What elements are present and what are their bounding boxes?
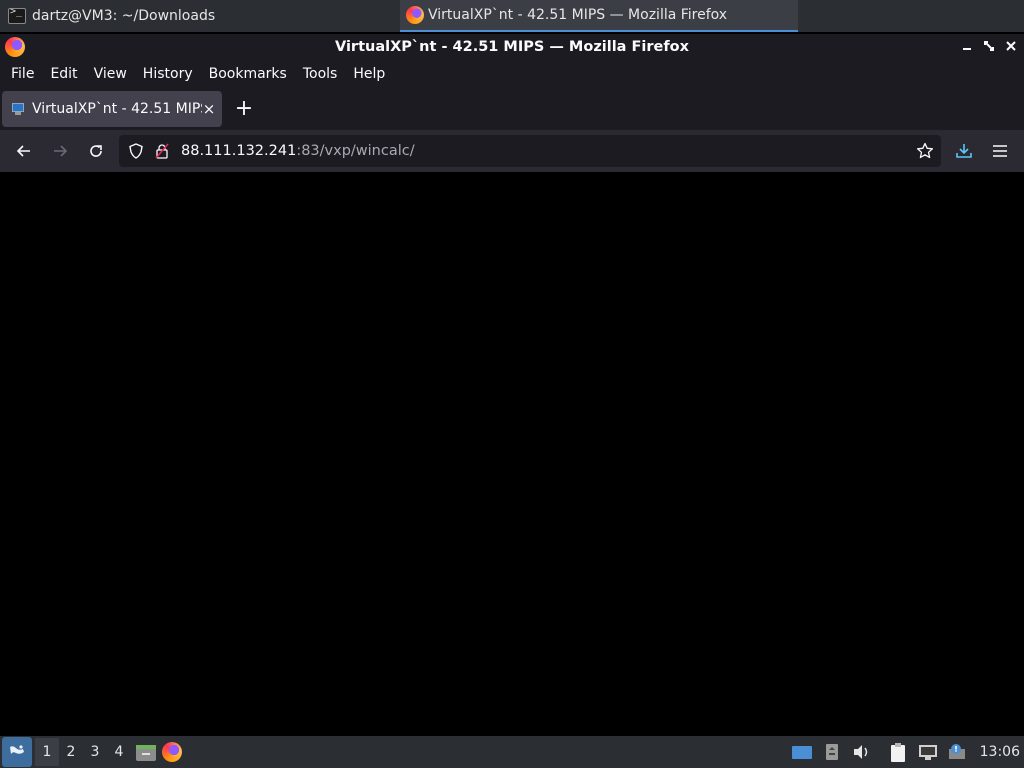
- tab-close-button[interactable]: ×: [202, 100, 216, 118]
- firefox-icon: [406, 6, 424, 24]
- top-taskbar: dartz@VM3: ~/Downloads VirtualXP`nt - 42…: [0, 0, 1024, 32]
- reload-button[interactable]: [78, 133, 114, 169]
- menu-help[interactable]: Help: [345, 66, 393, 82]
- menu-history[interactable]: History: [135, 66, 201, 82]
- tab-virtualxp[interactable]: VirtualXP`nt - 42.51 MIPS ×: [2, 91, 222, 127]
- system-tray: 13:06: [786, 736, 1024, 768]
- taskbar-task-firefox[interactable]: VirtualXP`nt - 42.51 MIPS — Mozilla Fire…: [400, 0, 798, 32]
- url-bar[interactable]: 88.111.132.241:83/vxp/wincalc/: [119, 135, 941, 167]
- taskbar-task-firefox-label: VirtualXP`nt - 42.51 MIPS — Mozilla Fire…: [428, 7, 728, 23]
- firefox-icon: [5, 37, 25, 57]
- tab-strip: VirtualXP`nt - 42.51 MIPS × +: [0, 88, 1024, 130]
- update-icon: [948, 744, 965, 759]
- menu-bookmarks[interactable]: Bookmarks: [201, 66, 295, 82]
- tab-title: VirtualXP`nt - 42.51 MIPS: [32, 101, 202, 117]
- menu-bar: File Edit View History Bookmarks Tools H…: [0, 60, 1024, 88]
- file-manager-launcher[interactable]: [133, 738, 159, 766]
- navigation-toolbar: 88.111.132.241:83/vxp/wincalc/: [0, 130, 1024, 172]
- taskbar-task-terminal-label: dartz@VM3: ~/Downloads: [32, 8, 216, 24]
- new-tab-button[interactable]: +: [234, 98, 254, 120]
- bookmark-star-button[interactable]: [915, 141, 935, 161]
- firefox-icon: [162, 742, 182, 762]
- display-tray-button[interactable]: [788, 738, 816, 766]
- drive-icon: [825, 744, 838, 760]
- downloads-button[interactable]: [946, 133, 982, 169]
- computer-favicon-icon: [10, 102, 26, 116]
- forward-icon: [54, 145, 68, 157]
- volume-tray-button[interactable]: [848, 738, 876, 766]
- star-icon: [916, 142, 934, 159]
- xfce-logo-icon: [10, 745, 24, 754]
- volume-icon: [853, 745, 867, 759]
- url-text[interactable]: 88.111.132.241:83/vxp/wincalc/: [181, 143, 415, 159]
- file-manager-icon: [136, 745, 156, 761]
- start-menu-button[interactable]: [2, 737, 32, 767]
- workspace-1[interactable]: 1: [35, 738, 59, 766]
- menu-view[interactable]: View: [86, 66, 135, 82]
- workspace-4[interactable]: 4: [107, 738, 131, 766]
- menu-tools[interactable]: Tools: [295, 66, 346, 82]
- download-icon: [956, 144, 972, 158]
- clock[interactable]: 13:06: [980, 744, 1020, 760]
- firefox-launcher[interactable]: [161, 738, 187, 766]
- storage-tray-button[interactable]: [818, 738, 846, 766]
- back-button[interactable]: [6, 133, 42, 169]
- clipboard-icon: [890, 743, 905, 762]
- workspace-3[interactable]: 3: [83, 738, 107, 766]
- menu-edit[interactable]: Edit: [42, 66, 85, 82]
- url-host: 88.111.132.241: [181, 143, 297, 159]
- minimize-button[interactable]: [960, 40, 974, 54]
- minimize-icon: [963, 48, 971, 50]
- forward-button[interactable]: [42, 133, 78, 169]
- update-tray-button[interactable]: [944, 738, 972, 766]
- taskbar-task-terminal[interactable]: dartz@VM3: ~/Downloads: [0, 0, 400, 32]
- terminal-icon: [8, 6, 26, 24]
- app-menu-button[interactable]: [982, 133, 1018, 169]
- network-tray-button[interactable]: [914, 738, 942, 766]
- close-button[interactable]: [1004, 40, 1018, 54]
- maximize-icon: [984, 41, 994, 51]
- back-icon: [16, 145, 30, 157]
- workspace-2[interactable]: 2: [59, 738, 83, 766]
- network-icon: [918, 745, 937, 760]
- display-icon: [791, 746, 812, 759]
- window-title: VirtualXP`nt - 42.51 MIPS — Mozilla Fire…: [335, 39, 689, 55]
- menu-file[interactable]: File: [3, 66, 42, 82]
- maximize-button[interactable]: [982, 40, 996, 54]
- close-icon: [1006, 41, 1016, 51]
- reload-icon: [90, 145, 102, 157]
- window-titlebar[interactable]: VirtualXP`nt - 42.51 MIPS — Mozilla Fire…: [0, 34, 1024, 60]
- shield-icon[interactable]: [127, 142, 145, 160]
- bottom-taskbar: 1 2 3 4 13:06: [0, 736, 1024, 768]
- clipboard-tray-button[interactable]: [884, 738, 912, 766]
- page-content[interactable]: [0, 172, 1024, 736]
- lock-warning-icon[interactable]: [153, 142, 171, 160]
- url-path: :83/vxp/wincalc/: [296, 143, 415, 159]
- hamburger-icon: [993, 145, 1007, 157]
